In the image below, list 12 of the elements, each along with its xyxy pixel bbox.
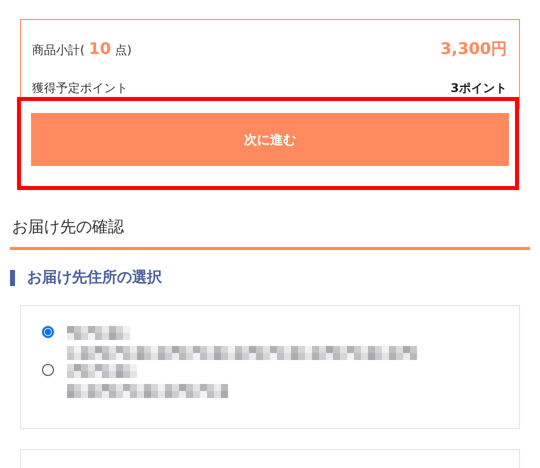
pixelated-text-drawing (67, 326, 130, 340)
section-title: お届け先の確認 (12, 217, 125, 238)
radio-button[interactable] (42, 364, 54, 376)
pixelated-text-drawing (67, 364, 137, 378)
subtotal-label: 商品小計( 10 点) (32, 39, 132, 59)
subtotal-amount: 3,300円 (440, 38, 507, 60)
radio-button[interactable] (42, 326, 54, 338)
points-value: 3ポイント (450, 80, 507, 96)
heading-bar-icon (10, 270, 15, 286)
next-button[interactable]: 次に進む (31, 113, 509, 166)
points-label: 獲得予定ポイント (32, 80, 128, 96)
subsection-title: お届け先住所の選択 (27, 268, 162, 287)
